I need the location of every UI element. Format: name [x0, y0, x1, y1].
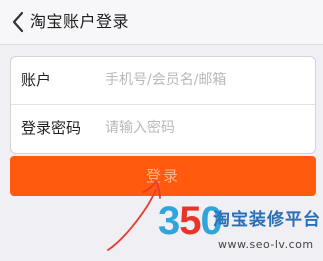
login-button[interactable]: 登录: [10, 156, 316, 196]
login-form: 账户 登录密码: [10, 56, 316, 154]
watermark-url: www.seo-lv.com: [218, 238, 314, 251]
watermark-digit-3: 3: [158, 199, 180, 243]
page-title: 淘宝账户登录: [30, 12, 130, 31]
watermark-text: 淘宝装修平台: [213, 210, 321, 230]
account-label: 账户: [21, 71, 52, 89]
account-input[interactable]: [105, 66, 305, 94]
password-label: 登录密码: [21, 119, 82, 137]
watermark-digit-5: 5: [179, 199, 201, 243]
nav-header: 淘宝账户登录: [0, 0, 323, 45]
account-row: 账户: [11, 57, 315, 105]
password-row: 登录密码: [11, 105, 315, 153]
chevron-left-icon[interactable]: [11, 11, 25, 33]
password-input[interactable]: [105, 114, 305, 142]
